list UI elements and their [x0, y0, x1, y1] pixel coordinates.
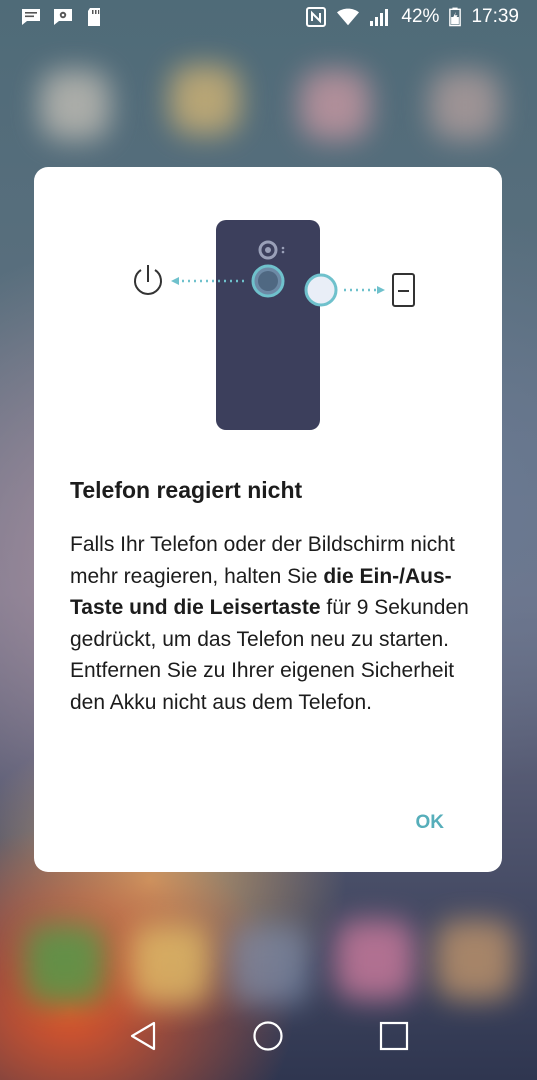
battery-icon	[449, 7, 462, 27]
app-icon-blurred	[335, 920, 415, 1000]
settings-notification-icon	[54, 9, 72, 25]
recents-button[interactable]	[374, 1016, 414, 1056]
back-button[interactable]	[123, 1016, 163, 1056]
app-icon-blurred	[435, 920, 515, 1000]
ok-button[interactable]: OK	[416, 812, 445, 834]
nfc-icon	[306, 7, 327, 27]
back-icon	[130, 1021, 155, 1051]
sd-card-icon	[88, 8, 100, 26]
app-icon-blurred	[170, 65, 240, 135]
restart-illustration	[134, 220, 415, 430]
clock: 17:39	[471, 6, 519, 27]
volume-key-highlight	[304, 273, 338, 307]
unresponsive-phone-dialog: Telefon reagiert nicht Falls Ihr Telefon…	[34, 167, 502, 872]
message-icon	[22, 9, 40, 25]
power-icon	[134, 265, 162, 295]
app-icon-blurred	[430, 70, 500, 140]
dialog-message: Falls Ihr Telefon oder der Bildschirm ni…	[70, 529, 470, 718]
app-icon-blurred	[40, 70, 110, 140]
battery-percent: 42%	[401, 6, 440, 27]
signal-icon	[370, 9, 389, 26]
home-icon	[253, 1021, 284, 1051]
volume-down-icon	[392, 273, 415, 307]
home-button[interactable]	[248, 1016, 288, 1056]
recents-icon	[380, 1021, 409, 1051]
navigation-bar	[0, 992, 537, 1080]
app-icon-blurred	[300, 70, 370, 140]
status-bar: 42% 17:39	[0, 0, 537, 34]
message-safety-note: Entfernen Sie zu Ihrer eigenen Sicherhei…	[70, 659, 455, 714]
dialog-title: Telefon reagiert nicht	[70, 477, 303, 503]
wifi-icon	[337, 8, 360, 26]
system-status-icons: 42% 17:39	[305, 6, 519, 28]
notification-icons	[20, 7, 106, 27]
